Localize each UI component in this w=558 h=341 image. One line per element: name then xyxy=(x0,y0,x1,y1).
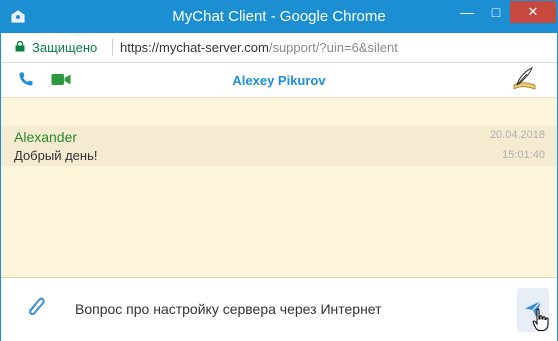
url-path: /support/?uin=6&silent xyxy=(268,40,398,55)
url-text[interactable]: https://mychat-server.com/support/?uin=6… xyxy=(120,40,398,55)
browser-window: MyChat Client - Google Chrome — □ ✕ Защи… xyxy=(0,0,558,341)
lock-icon xyxy=(15,41,25,52)
title-bar: MyChat Client - Google Chrome — □ ✕ xyxy=(1,1,557,33)
composer xyxy=(1,277,557,341)
secure-label: Защищено xyxy=(32,40,98,55)
url-host: https://mychat-server.com xyxy=(120,40,269,55)
message-text: Добрый день! xyxy=(14,148,98,163)
close-button[interactable]: ✕ xyxy=(510,1,556,23)
address-separator xyxy=(112,39,113,56)
hand-cursor-icon xyxy=(532,308,549,331)
contact-name[interactable]: Alexey Pikurov xyxy=(1,73,557,88)
paperclip-icon[interactable] xyxy=(23,294,49,320)
message-area[interactable]: Alexander Добрый день! 20.04.2018 15:01:… xyxy=(1,98,557,277)
chat-header: Alexey Pikurov xyxy=(1,63,557,98)
quill-scroll-icon[interactable] xyxy=(511,67,537,91)
message-date: 20.04.2018 xyxy=(489,129,545,141)
maximize-button[interactable]: □ xyxy=(482,1,510,23)
minimize-button[interactable]: — xyxy=(453,1,481,23)
message-item: Alexander Добрый день! 20.04.2018 15:01:… xyxy=(1,126,557,166)
message-input[interactable] xyxy=(75,289,495,329)
message-time: 15:01:40 xyxy=(502,149,545,161)
message-author: Alexander xyxy=(14,129,78,145)
address-bar[interactable]: Защищено https://mychat-server.com/suppo… xyxy=(1,33,557,63)
